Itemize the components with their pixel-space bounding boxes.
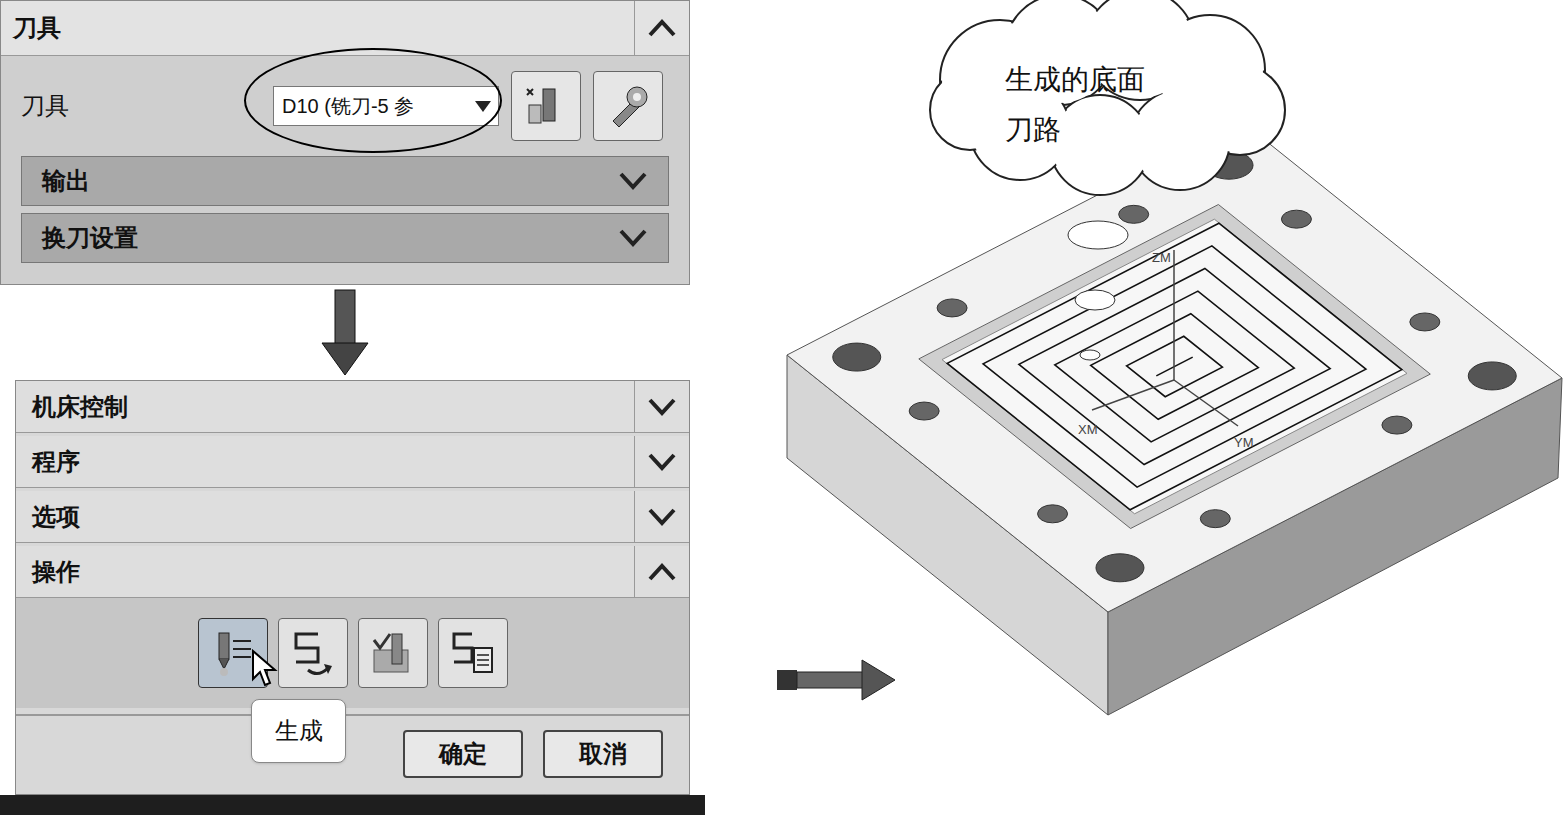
section-bar[interactable]: 操作 bbox=[16, 546, 689, 598]
axes: ZM XM YM bbox=[1078, 250, 1254, 450]
subsection-label: 换刀设置 bbox=[42, 220, 138, 256]
axis-label: XM bbox=[1078, 422, 1098, 437]
right-arrow-icon bbox=[777, 660, 895, 700]
section-toggle[interactable] bbox=[634, 381, 689, 432]
expand-icon bbox=[618, 171, 648, 191]
tool-subsections: 输出换刀设置 bbox=[1, 156, 689, 263]
axis-label: ZM bbox=[1152, 250, 1171, 265]
section-toggle[interactable] bbox=[634, 546, 689, 597]
dialog-bottom-bar bbox=[0, 795, 705, 815]
callout-line: 生成的底面 bbox=[1005, 55, 1145, 105]
section-label: 程序 bbox=[16, 444, 80, 480]
section-toggle[interactable] bbox=[634, 436, 689, 487]
tool-group-title: 刀具 bbox=[1, 10, 61, 46]
action-button[interactable] bbox=[438, 618, 508, 688]
new-tool-button[interactable] bbox=[511, 71, 581, 141]
tool-panel: 刀具刀具D10 (铣刀-5 参输出换刀设置 bbox=[0, 0, 690, 285]
replay-icon bbox=[288, 628, 338, 678]
left-column: 刀具刀具D10 (铣刀-5 参输出换刀设置机床控制程序选项操作确定取消生成 bbox=[0, 0, 705, 815]
edit-tool-button[interactable] bbox=[593, 71, 663, 141]
expand-icon bbox=[647, 507, 677, 527]
section-bar[interactable]: 机床控制 bbox=[16, 381, 689, 433]
edit-tool-icon bbox=[603, 81, 653, 131]
tool-select[interactable]: D10 (铣刀-5 参 bbox=[273, 86, 499, 126]
tool-group-header[interactable]: 刀具 bbox=[1, 1, 689, 56]
list-icon bbox=[448, 628, 498, 678]
new-tool-icon bbox=[521, 81, 571, 131]
model-view: ZM XM YM 生成的底面刀路 bbox=[705, 0, 1567, 815]
dropdown-arrow-icon bbox=[472, 95, 494, 117]
section-bar[interactable]: 选项 bbox=[16, 491, 689, 543]
down-arrow-area bbox=[0, 285, 690, 380]
dialog-button[interactable]: 确定 bbox=[403, 730, 523, 778]
section-bar[interactable]: 程序 bbox=[16, 436, 689, 488]
expand-icon bbox=[647, 397, 677, 417]
part-model bbox=[787, 121, 1562, 715]
section-label: 操作 bbox=[16, 554, 80, 590]
dialog-button[interactable]: 取消 bbox=[543, 730, 663, 778]
subsection-bar[interactable]: 换刀设置 bbox=[21, 213, 669, 263]
actions-area bbox=[16, 598, 689, 708]
action-button[interactable] bbox=[198, 618, 268, 688]
down-arrow-icon bbox=[320, 285, 370, 380]
axis-label: YM bbox=[1234, 435, 1254, 450]
section-label: 机床控制 bbox=[16, 389, 128, 425]
section-label: 选项 bbox=[16, 499, 80, 535]
dialog-footer: 确定取消 bbox=[16, 714, 689, 794]
page: 刀具刀具D10 (铣刀-5 参输出换刀设置机床控制程序选项操作确定取消生成ZMX… bbox=[0, 0, 1567, 815]
operation-dialog: 机床控制程序选项操作确定取消生成 bbox=[15, 380, 690, 795]
action-button[interactable] bbox=[358, 618, 428, 688]
cursor-icon bbox=[251, 649, 281, 689]
header-toggle[interactable] bbox=[634, 1, 689, 55]
expand-icon bbox=[618, 228, 648, 248]
model-drawing: ZM XM YM bbox=[705, 0, 1567, 815]
verify-icon bbox=[368, 628, 418, 678]
collapse-icon bbox=[647, 18, 677, 38]
callout-cloud bbox=[930, 0, 1285, 195]
subsection-bar[interactable]: 输出 bbox=[21, 156, 669, 206]
expand-icon bbox=[647, 452, 677, 472]
tool-select-value: D10 (铣刀-5 参 bbox=[274, 91, 472, 121]
section-toggle[interactable] bbox=[634, 491, 689, 542]
subsection-label: 输出 bbox=[42, 163, 90, 199]
tool-ellipse-highlight bbox=[244, 48, 502, 153]
tool-row: 刀具D10 (铣刀-5 参 bbox=[1, 56, 689, 156]
tooltip: 生成 bbox=[251, 699, 346, 763]
action-button[interactable] bbox=[278, 618, 348, 688]
callout-text: 生成的底面刀路 bbox=[1005, 55, 1145, 155]
collapse-icon bbox=[647, 562, 677, 582]
callout-line: 刀路 bbox=[1005, 105, 1145, 155]
generate-icon bbox=[211, 629, 255, 677]
tool-label: 刀具 bbox=[21, 88, 273, 124]
section-list: 机床控制程序选项操作 bbox=[16, 381, 689, 598]
